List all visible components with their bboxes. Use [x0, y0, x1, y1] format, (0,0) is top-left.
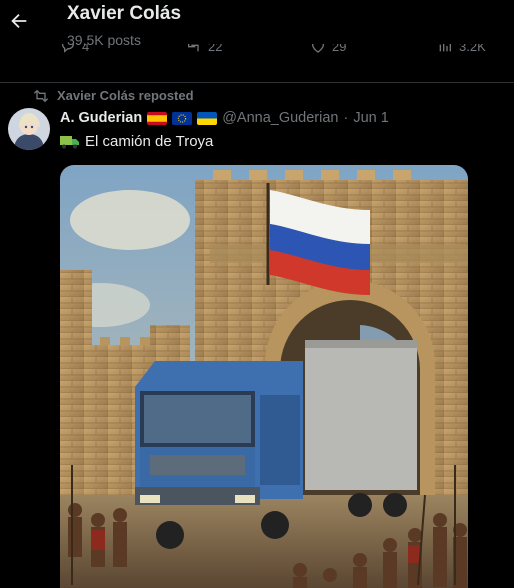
- reply-action[interactable]: 4: [60, 44, 89, 54]
- flag-spain-icon: [147, 111, 168, 125]
- view-count: 3.2K: [459, 44, 486, 54]
- repost-action[interactable]: 22: [186, 44, 222, 54]
- reply-icon: [62, 44, 74, 53]
- author-row: A. Guderian @Anna_Guderian · Jun 1: [60, 110, 389, 126]
- back-arrow-icon[interactable]: [8, 10, 30, 32]
- divider: [0, 82, 514, 83]
- views-icon: [439, 44, 451, 52]
- repost-label: Xavier Colás reposted: [57, 88, 194, 103]
- separator: ·: [343, 110, 349, 126]
- like-action[interactable]: 29: [310, 44, 346, 54]
- trojan-truck-painting: [60, 165, 468, 588]
- heart-icon: [311, 44, 325, 53]
- repost-icon: [33, 89, 49, 102]
- profile-title: Xavier Colás: [67, 3, 182, 24]
- author-handle[interactable]: @Anna_Guderian: [222, 110, 338, 126]
- post-date[interactable]: Jun 1: [353, 110, 388, 126]
- flag-ukraine-icon: [197, 111, 218, 125]
- repost-count: 22: [208, 44, 223, 54]
- flag-eu-icon: [172, 111, 193, 125]
- truck-emoji-icon: [60, 135, 79, 148]
- views-action[interactable]: 3.2K: [437, 44, 486, 54]
- reply-count: 4: [82, 44, 90, 54]
- repost-icon: [188, 44, 199, 52]
- post-text-content: El camión de Troya: [85, 133, 214, 150]
- avatar-image: [8, 108, 50, 150]
- post-image[interactable]: [60, 165, 468, 588]
- profile-header: Xavier Colás 39.5K posts 4 22 29 3.2K: [0, 0, 514, 84]
- repost-indicator[interactable]: Xavier Colás reposted: [33, 88, 194, 103]
- avatar[interactable]: [8, 108, 50, 150]
- author-name[interactable]: A. Guderian: [60, 110, 142, 126]
- like-count: 29: [332, 44, 347, 54]
- post-text: El camión de Troya: [60, 133, 213, 150]
- previous-post-action-bar: 4 22 29 3.2K: [0, 44, 514, 64]
